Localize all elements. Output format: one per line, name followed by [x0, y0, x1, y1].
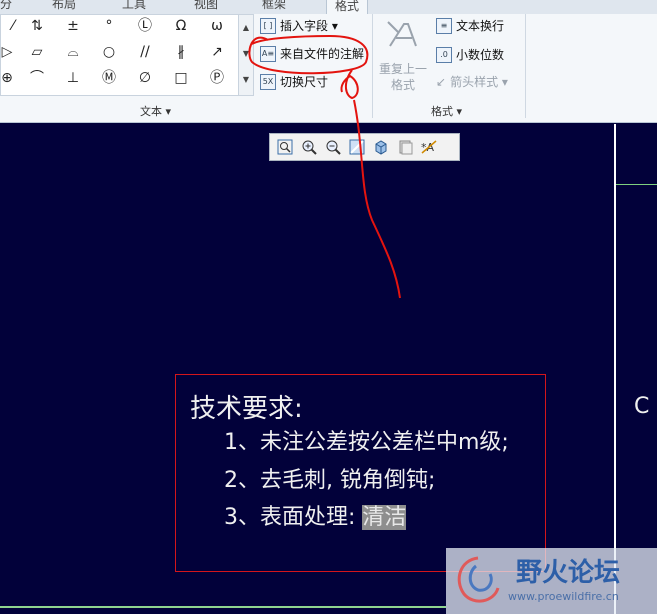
watermark-title: 野火论坛 — [516, 558, 621, 588]
forum-logo-icon — [457, 556, 500, 603]
watermark-url: www.proewildfire.cn — [508, 590, 619, 603]
red-markup-annotation — [248, 34, 401, 299]
drawing-bottom-line — [0, 606, 446, 608]
